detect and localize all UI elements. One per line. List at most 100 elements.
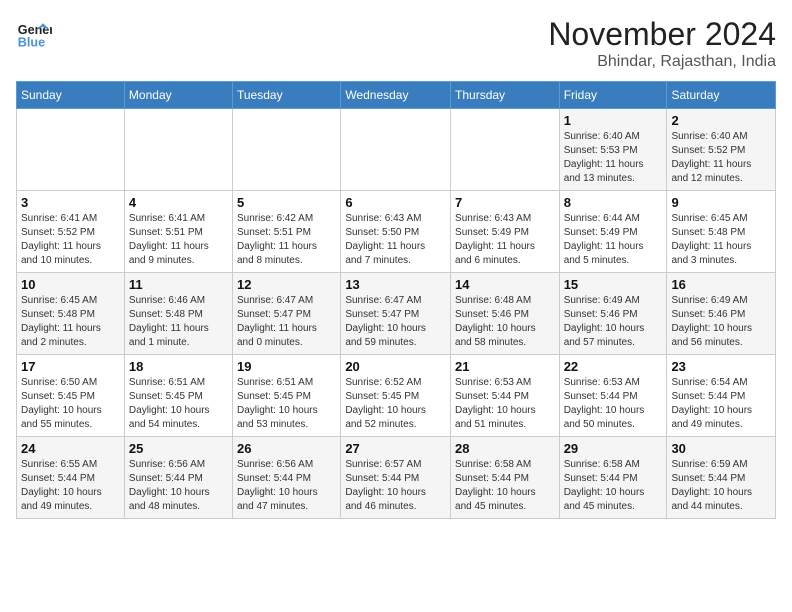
- day-number: 5: [237, 195, 336, 210]
- day-cell: 18 Sunrise: 6:51 AM Sunset: 5:45 PM Dayli…: [124, 355, 232, 437]
- day-cell: 24 Sunrise: 6:55 AM Sunset: 5:44 PM Dayli…: [17, 437, 125, 519]
- day-cell: 13 Sunrise: 6:47 AM Sunset: 5:47 PM Dayli…: [341, 273, 451, 355]
- day-cell: [124, 109, 232, 191]
- day-number: 24: [21, 441, 120, 456]
- day-number: 2: [671, 113, 771, 128]
- day-cell: 23 Sunrise: 6:54 AM Sunset: 5:44 PM Dayli…: [667, 355, 776, 437]
- day-cell: 6 Sunrise: 6:43 AM Sunset: 5:50 PM Daylig…: [341, 191, 451, 273]
- day-number: 18: [129, 359, 228, 374]
- month-title: November 2024: [548, 16, 776, 53]
- day-info: Sunrise: 6:54 AM Sunset: 5:44 PM Dayligh…: [671, 376, 771, 432]
- day-cell: 26 Sunrise: 6:56 AM Sunset: 5:44 PM Dayli…: [233, 437, 341, 519]
- weekday-header-saturday: Saturday: [667, 82, 776, 109]
- day-info: Sunrise: 6:45 AM Sunset: 5:48 PM Dayligh…: [21, 294, 120, 350]
- day-cell: 9Sunrise: 6:45 AM Sunset: 5:48 PM Daylig…: [667, 191, 776, 273]
- day-cell: 19 Sunrise: 6:51 AM Sunset: 5:45 PM Dayli…: [233, 355, 341, 437]
- day-info: Sunrise: 6:53 AM Sunset: 5:44 PM Dayligh…: [455, 376, 555, 432]
- day-number: 6: [345, 195, 446, 210]
- day-cell: [341, 109, 451, 191]
- day-info: Sunrise: 6:52 AM Sunset: 5:45 PM Dayligh…: [345, 376, 446, 432]
- day-info: Sunrise: 6:58 AM Sunset: 5:44 PM Dayligh…: [455, 458, 555, 514]
- day-cell: 5 Sunrise: 6:42 AM Sunset: 5:51 PM Daylig…: [233, 191, 341, 273]
- day-cell: 22 Sunrise: 6:53 AM Sunset: 5:44 PM Dayli…: [559, 355, 667, 437]
- day-cell: 15Sunrise: 6:49 AM Sunset: 5:46 PM Dayli…: [559, 273, 667, 355]
- day-info: Sunrise: 6:51 AM Sunset: 5:45 PM Dayligh…: [129, 376, 228, 432]
- weekday-header-wednesday: Wednesday: [341, 82, 451, 109]
- day-cell: [233, 109, 341, 191]
- day-info: Sunrise: 6:48 AM Sunset: 5:46 PM Dayligh…: [455, 294, 555, 350]
- day-number: 22: [564, 359, 663, 374]
- week-row-4: 17 Sunrise: 6:50 AM Sunset: 5:45 PM Dayli…: [17, 355, 776, 437]
- weekday-header-tuesday: Tuesday: [233, 82, 341, 109]
- day-cell: 3 Sunrise: 6:41 AM Sunset: 5:52 PM Daylig…: [17, 191, 125, 273]
- day-info: Sunrise: 6:50 AM Sunset: 5:45 PM Dayligh…: [21, 376, 120, 432]
- day-number: 25: [129, 441, 228, 456]
- svg-text:Blue: Blue: [18, 36, 45, 50]
- day-info: Sunrise: 6:49 AM Sunset: 5:46 PM Dayligh…: [564, 294, 663, 350]
- day-number: 23: [671, 359, 771, 374]
- weekday-header-friday: Friday: [559, 82, 667, 109]
- week-row-5: 24 Sunrise: 6:55 AM Sunset: 5:44 PM Dayli…: [17, 437, 776, 519]
- day-number: 3: [21, 195, 120, 210]
- day-cell: 17 Sunrise: 6:50 AM Sunset: 5:45 PM Dayli…: [17, 355, 125, 437]
- day-info: Sunrise: 6:51 AM Sunset: 5:45 PM Dayligh…: [237, 376, 336, 432]
- day-number: 28: [455, 441, 555, 456]
- day-info: Sunrise: 6:56 AM Sunset: 5:44 PM Dayligh…: [237, 458, 336, 514]
- day-cell: 16 Sunrise: 6:49 AM Sunset: 5:46 PM Dayli…: [667, 273, 776, 355]
- day-info: Sunrise: 6:40 AM Sunset: 5:53 PM Dayligh…: [564, 130, 663, 186]
- day-cell: 1 Sunrise: 6:40 AM Sunset: 5:53 PM Daylig…: [559, 109, 667, 191]
- weekday-header-thursday: Thursday: [451, 82, 560, 109]
- day-number: 4: [129, 195, 228, 210]
- day-number: 9: [671, 195, 771, 210]
- day-number: 13: [345, 277, 446, 292]
- day-cell: 10Sunrise: 6:45 AM Sunset: 5:48 PM Dayli…: [17, 273, 125, 355]
- day-info: Sunrise: 6:47 AM Sunset: 5:47 PM Dayligh…: [237, 294, 336, 350]
- day-number: 27: [345, 441, 446, 456]
- day-number: 7: [455, 195, 555, 210]
- day-info: Sunrise: 6:59 AM Sunset: 5:44 PM Dayligh…: [671, 458, 771, 514]
- day-number: 14: [455, 277, 555, 292]
- day-cell: 20Sunrise: 6:52 AM Sunset: 5:45 PM Dayli…: [341, 355, 451, 437]
- day-number: 30: [671, 441, 771, 456]
- day-cell: 8Sunrise: 6:44 AM Sunset: 5:49 PM Daylig…: [559, 191, 667, 273]
- day-number: 1: [564, 113, 663, 128]
- day-info: Sunrise: 6:46 AM Sunset: 5:48 PM Dayligh…: [129, 294, 228, 350]
- day-number: 26: [237, 441, 336, 456]
- day-cell: [451, 109, 560, 191]
- weekday-header-monday: Monday: [124, 82, 232, 109]
- location-title: Bhindar, Rajasthan, India: [548, 53, 776, 71]
- day-info: Sunrise: 6:57 AM Sunset: 5:44 PM Dayligh…: [345, 458, 446, 514]
- day-info: Sunrise: 6:43 AM Sunset: 5:49 PM Dayligh…: [455, 212, 555, 268]
- day-info: Sunrise: 6:41 AM Sunset: 5:51 PM Dayligh…: [129, 212, 228, 268]
- day-info: Sunrise: 6:56 AM Sunset: 5:44 PM Dayligh…: [129, 458, 228, 514]
- calendar-table: SundayMondayTuesdayWednesdayThursdayFrid…: [16, 81, 776, 519]
- logo: General Blue: [16, 16, 52, 52]
- day-cell: [17, 109, 125, 191]
- day-cell: 4 Sunrise: 6:41 AM Sunset: 5:51 PM Daylig…: [124, 191, 232, 273]
- day-info: Sunrise: 6:49 AM Sunset: 5:46 PM Dayligh…: [671, 294, 771, 350]
- day-info: Sunrise: 6:44 AM Sunset: 5:49 PM Dayligh…: [564, 212, 663, 268]
- day-info: Sunrise: 6:42 AM Sunset: 5:51 PM Dayligh…: [237, 212, 336, 268]
- week-row-1: 1 Sunrise: 6:40 AM Sunset: 5:53 PM Daylig…: [17, 109, 776, 191]
- logo-icon: General Blue: [16, 16, 52, 52]
- day-info: Sunrise: 6:58 AM Sunset: 5:44 PM Dayligh…: [564, 458, 663, 514]
- weekday-header-row: SundayMondayTuesdayWednesdayThursdayFrid…: [17, 82, 776, 109]
- day-cell: 28 Sunrise: 6:58 AM Sunset: 5:44 PM Dayli…: [451, 437, 560, 519]
- day-info: Sunrise: 6:53 AM Sunset: 5:44 PM Dayligh…: [564, 376, 663, 432]
- day-cell: 2Sunrise: 6:40 AM Sunset: 5:52 PM Daylig…: [667, 109, 776, 191]
- day-cell: 12Sunrise: 6:47 AM Sunset: 5:47 PM Dayli…: [233, 273, 341, 355]
- day-info: Sunrise: 6:47 AM Sunset: 5:47 PM Dayligh…: [345, 294, 446, 350]
- day-info: Sunrise: 6:43 AM Sunset: 5:50 PM Dayligh…: [345, 212, 446, 268]
- day-number: 19: [237, 359, 336, 374]
- title-area: November 2024 Bhindar, Rajasthan, India: [548, 16, 776, 71]
- day-number: 16: [671, 277, 771, 292]
- day-info: Sunrise: 6:55 AM Sunset: 5:44 PM Dayligh…: [21, 458, 120, 514]
- day-cell: 11Sunrise: 6:46 AM Sunset: 5:48 PM Dayli…: [124, 273, 232, 355]
- day-number: 29: [564, 441, 663, 456]
- week-row-2: 3 Sunrise: 6:41 AM Sunset: 5:52 PM Daylig…: [17, 191, 776, 273]
- day-cell: 30 Sunrise: 6:59 AM Sunset: 5:44 PM Dayli…: [667, 437, 776, 519]
- day-cell: 29 Sunrise: 6:58 AM Sunset: 5:44 PM Dayli…: [559, 437, 667, 519]
- day-info: Sunrise: 6:41 AM Sunset: 5:52 PM Dayligh…: [21, 212, 120, 268]
- day-cell: 14 Sunrise: 6:48 AM Sunset: 5:46 PM Dayli…: [451, 273, 560, 355]
- day-number: 17: [21, 359, 120, 374]
